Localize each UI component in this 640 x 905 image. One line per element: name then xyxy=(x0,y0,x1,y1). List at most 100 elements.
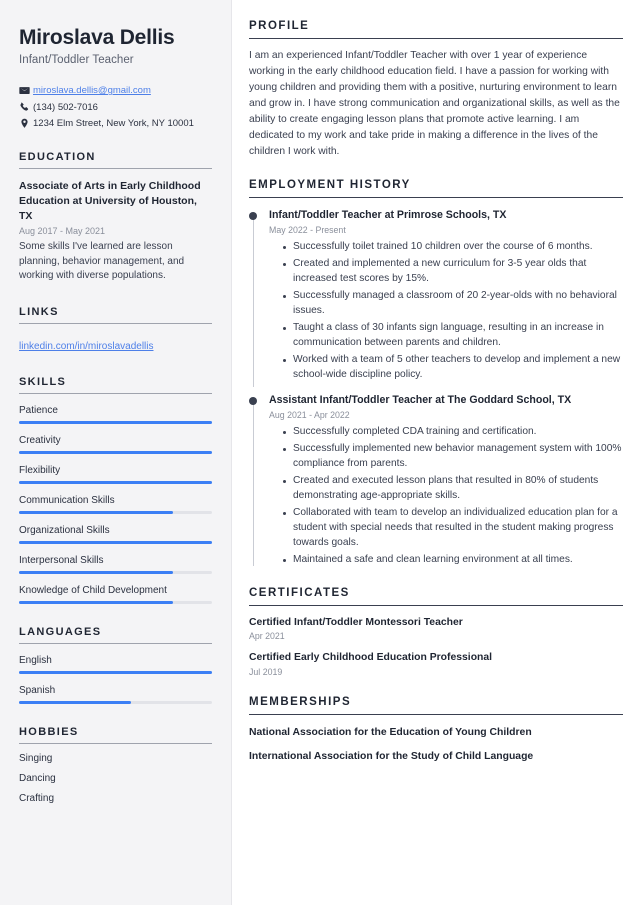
employment-bullet: Successfully managed a classroom of 20 2… xyxy=(283,289,623,319)
location-pin-icon xyxy=(19,118,33,129)
education-rule xyxy=(19,168,212,170)
certificate-item: Certified Infant/Toddler Montessori Teac… xyxy=(249,616,623,642)
skill-label: Knowledge of Child Development xyxy=(19,584,167,596)
memberships-list: National Association for the Education o… xyxy=(249,726,623,764)
profile-rule xyxy=(249,38,623,39)
employment-bullet: Taught a class of 30 infants sign langua… xyxy=(283,321,623,351)
skill-bar-track xyxy=(19,450,212,454)
skill-label: Communication Skills xyxy=(19,494,115,506)
languages-list: English Spanish xyxy=(19,655,212,704)
employment-timeline: Infant/Toddler Teacher at Primrose Schoo… xyxy=(249,209,623,568)
links-heading: LINKS xyxy=(19,305,59,318)
certificates-list: Certified Infant/Toddler Montessori Teac… xyxy=(249,616,623,677)
sidebar-section-languages: LANGUAGES English Spanish xyxy=(19,626,212,704)
employment-bullet: Created and executed lesson plans that r… xyxy=(283,474,623,504)
contact-row-email: miroslava.dellis@gmail.com xyxy=(19,85,212,96)
employment-bullet: Created and implemented a new curriculum… xyxy=(283,257,623,287)
employment-entry: Assistant Infant/Toddler Teacher at The … xyxy=(249,394,623,568)
links-rule xyxy=(19,322,212,324)
employment-role: Infant/Toddler Teacher at Primrose Schoo… xyxy=(269,208,507,221)
language-bar-fill xyxy=(19,670,212,674)
employment-rule xyxy=(249,196,623,198)
employment-entry: Infant/Toddler Teacher at Primrose Schoo… xyxy=(249,208,623,387)
languages-heading: LANGUAGES xyxy=(19,625,102,638)
contact-row-phone: (134) 502-7016 xyxy=(19,102,212,113)
certificate-title: Certified Infant/Toddler Montessori Teac… xyxy=(249,616,463,628)
timeline-dot-icon xyxy=(249,211,257,220)
skill-bar-track xyxy=(19,570,212,574)
skill-label: Creativity xyxy=(19,434,61,446)
education-date: Aug 2017 - May 2021 xyxy=(19,226,106,237)
hobby-item: Singing xyxy=(19,752,53,764)
skill-label: Flexibility xyxy=(19,464,61,476)
skill-label: Organizational Skills xyxy=(19,524,110,536)
skill-item: Communication Skills xyxy=(19,495,212,514)
sidebar-section-education: EDUCATION Associate of Arts in Early Chi… xyxy=(19,151,212,284)
skill-bar-track xyxy=(19,420,212,424)
section-employment-history: EMPLOYMENT HISTORY Infant/Toddler Teache… xyxy=(249,179,623,568)
education-description: Some skills I've learned are lesson plan… xyxy=(19,241,185,282)
employment-bullet: Successfully toilet trained 10 children … xyxy=(283,240,623,255)
timeline-dot-icon xyxy=(249,396,257,405)
skill-bar-track xyxy=(19,600,212,604)
skill-bar-fill xyxy=(19,600,174,604)
skill-bar-fill xyxy=(19,450,212,454)
page-title: Miroslava Dellis Infant/Toddler Teacher xyxy=(19,26,212,66)
skill-bar-track xyxy=(19,480,212,484)
employment-bullet-list: Successfully completed CDA training and … xyxy=(269,425,623,568)
skill-item: Patience xyxy=(19,405,212,424)
contact-row-address: 1234 Elm Street, New York, NY 10001 xyxy=(19,118,212,129)
employment-bullet: Collaborated with team to develop an ind… xyxy=(283,506,623,551)
timeline-line xyxy=(252,218,254,387)
memberships-heading: MEMBERSHIPS xyxy=(249,695,352,708)
employment-bullet: Maintained a safe and clean learning env… xyxy=(283,553,623,568)
skill-bar-track xyxy=(19,540,212,544)
sidebar: Miroslava Dellis Infant/Toddler Teacher … xyxy=(0,0,232,905)
language-label: English xyxy=(19,654,52,666)
skills-list: Patience Creativity Flexibility Communicati… xyxy=(19,405,212,604)
linkedin-link[interactable]: linkedin.com/in/miroslavadellis xyxy=(19,341,154,352)
skill-bar-fill xyxy=(19,480,212,484)
section-memberships: MEMBERSHIPS National Association for the… xyxy=(249,696,623,764)
timeline-spacer xyxy=(249,385,623,394)
certificate-date: Jul 2019 xyxy=(249,666,283,677)
certificates-heading: CERTIFICATES xyxy=(249,586,350,599)
certificate-date: Apr 2021 xyxy=(249,631,285,642)
language-bar-fill xyxy=(19,700,131,704)
phone-icon xyxy=(19,102,33,113)
skill-bar-fill xyxy=(19,510,174,514)
email-link[interactable]: miroslava.dellis@gmail.com xyxy=(33,85,151,96)
certificate-title: Certified Early Childhood Education Prof… xyxy=(249,652,493,664)
employment-heading: EMPLOYMENT HISTORY xyxy=(249,178,411,191)
skill-item: Interpersonal Skills xyxy=(19,555,212,574)
sidebar-section-hobbies: HOBBIES Singing Dancing Crafting xyxy=(19,726,212,804)
language-item: Spanish xyxy=(19,685,212,704)
hobby-item: Dancing xyxy=(19,772,56,784)
envelope-icon xyxy=(19,85,33,96)
skill-bar-fill xyxy=(19,540,212,544)
employment-bullet-list: Successfully toilet trained 10 children … xyxy=(269,240,623,383)
section-profile: PROFILE I am an experienced Infant/Toddl… xyxy=(249,20,623,160)
contact-list: miroslava.dellis@gmail.com (134) 502-701… xyxy=(19,85,212,129)
candidate-name: Miroslava Dellis xyxy=(19,26,175,49)
language-bar-track xyxy=(19,700,212,704)
hobbies-rule xyxy=(19,742,212,744)
language-bar-track xyxy=(19,670,212,674)
skill-item: Flexibility xyxy=(19,465,212,484)
hobby-item: Crafting xyxy=(19,792,55,804)
skill-bar-fill xyxy=(19,420,212,424)
skill-item: Organizational Skills xyxy=(19,525,212,544)
skill-bar-fill xyxy=(19,570,174,574)
skills-heading: SKILLS xyxy=(19,375,67,388)
skill-label: Interpersonal Skills xyxy=(19,554,104,566)
section-certificates: CERTIFICATES Certified Infant/Toddler Mo… xyxy=(249,587,623,677)
education-degree: Associate of Arts in Early Childhood Edu… xyxy=(19,180,201,223)
sidebar-section-links: LINKS linkedin.com/in/miroslavadellis xyxy=(19,306,212,354)
employment-bullet: Successfully implemented new behavior ma… xyxy=(283,442,623,472)
language-item: English xyxy=(19,655,212,674)
employment-role: Assistant Infant/Toddler Teacher at The … xyxy=(269,393,572,406)
address-text: 1234 Elm Street, New York, NY 10001 xyxy=(33,117,194,129)
memberships-rule xyxy=(249,713,623,715)
certificate-item: Certified Early Childhood Education Prof… xyxy=(249,651,623,677)
skill-item: Knowledge of Child Development xyxy=(19,585,212,604)
